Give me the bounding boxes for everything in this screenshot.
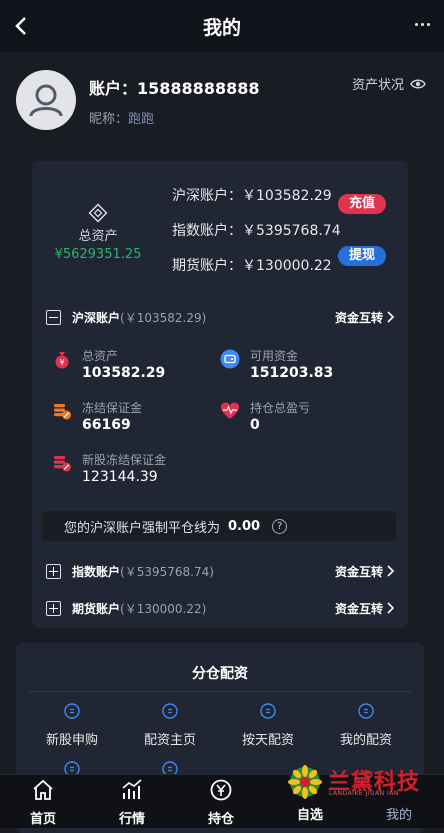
transfer-button-index[interactable]: 资金互转 — [335, 563, 394, 580]
section-hushen[interactable]: 沪深账户 (￥103582.29) 资金互转 — [46, 307, 396, 327]
link-icon — [64, 703, 80, 719]
coins-icon — [54, 404, 71, 420]
link-icon — [358, 703, 374, 719]
link-icon — [260, 703, 276, 719]
chevron-right-icon — [387, 565, 394, 577]
chevron-right-icon — [387, 311, 394, 323]
chart-icon — [122, 779, 142, 799]
link-icon — [162, 703, 178, 719]
nickname: 昵称：跑跑 — [89, 108, 154, 127]
chevron-right-icon — [387, 602, 394, 614]
section-name: 沪深账户 — [72, 310, 121, 325]
more-icon[interactable] — [415, 23, 430, 26]
help-icon[interactable]: ? — [272, 518, 288, 534]
profile-header: 账户：15888888888 昵称：跑跑 资产状况 — [0, 52, 444, 144]
pulse-icon — [221, 402, 239, 419]
account-label: 账户： — [89, 79, 138, 98]
collapse-icon[interactable] — [46, 309, 61, 325]
account-number: 账户：15888888888 — [89, 75, 259, 99]
expand-icon[interactable] — [46, 600, 61, 616]
yen-coin-icon — [210, 779, 232, 801]
flower-logo-icon — [288, 765, 322, 799]
alloc-mine[interactable]: 我的配资 — [321, 703, 411, 748]
coins-icon — [54, 456, 71, 472]
home-icon — [33, 779, 53, 800]
account-card: 总资产 ¥5629351.25 沪深账户：￥103582.29 指数账户：￥53… — [32, 161, 408, 628]
alloc-daily[interactable]: 按天配资 — [223, 703, 313, 748]
page-title: 我的 — [202, 17, 241, 39]
asset-status-label: 资产状况 — [351, 78, 404, 93]
withdraw-button[interactable]: 提现 — [338, 246, 386, 266]
total-assets-value: ¥5629351.25 — [54, 247, 142, 262]
alloc-ipo-subscribe[interactable]: 新股申购 — [27, 703, 117, 748]
top-bar: 我的 — [0, 0, 444, 52]
summary-line-index: 指数账户：￥5395768.74 — [172, 223, 341, 239]
section-futures[interactable]: 期货账户 (￥130000.22) 资金互转 — [46, 598, 396, 618]
summary-line-futures: 期货账户：￥130000.22 — [172, 258, 332, 274]
section-index[interactable]: 指数账户 (￥5395768.74) 资金互转 — [46, 561, 396, 581]
section-name: 期货账户 — [72, 601, 121, 616]
section-amount: (￥130000.22) — [120, 601, 207, 616]
section-amount: (￥5395768.74) — [120, 564, 214, 579]
total-assets-label: 总资产 — [78, 229, 118, 244]
forced-liquidation-line: 您的沪深账户强制平仓线为 0.00 ? — [42, 511, 396, 541]
tab-home[interactable]: 首页 — [0, 775, 86, 828]
avatar[interactable] — [16, 70, 76, 130]
asset-status-toggle[interactable]: 资产状况 — [352, 74, 426, 93]
brand-logo: 兰黛科技 LANDAIKE JIUAN IAN — [283, 762, 423, 802]
section-name: 指数账户 — [72, 564, 121, 579]
summary-line-hushen: 沪深账户：￥103582.29 — [172, 188, 332, 204]
recharge-button[interactable]: 充值 — [338, 194, 386, 214]
transfer-button-futures[interactable]: 资金互转 — [335, 600, 394, 617]
brand-subtitle: LANDAIKE JIUAN IAN — [329, 790, 399, 797]
eye-icon — [410, 79, 426, 88]
diamond-icon — [88, 203, 108, 223]
account-value: 15888888888 — [137, 79, 260, 98]
user-icon — [29, 84, 63, 117]
alloc-home[interactable]: 配资主页 — [125, 703, 215, 748]
section-amount: (￥103582.29) — [120, 310, 207, 325]
svg-text:¥: ¥ — [59, 358, 64, 367]
expand-icon[interactable] — [46, 563, 61, 579]
divider — [28, 691, 412, 692]
allocation-title: 分仓配资 — [192, 666, 248, 682]
total-assets-box: 总资产 ¥5629351.25 — [52, 203, 144, 262]
money-bag-icon: ¥ — [55, 352, 69, 369]
nick-label: 昵称： — [89, 112, 129, 127]
nick-value: 跑跑 — [128, 112, 155, 127]
tab-market[interactable]: 行情 — [89, 775, 175, 828]
wallet-icon — [220, 349, 240, 369]
transfer-button-hushen[interactable]: 资金互转 — [335, 309, 394, 326]
tab-positions[interactable]: 持仓 — [178, 775, 264, 828]
